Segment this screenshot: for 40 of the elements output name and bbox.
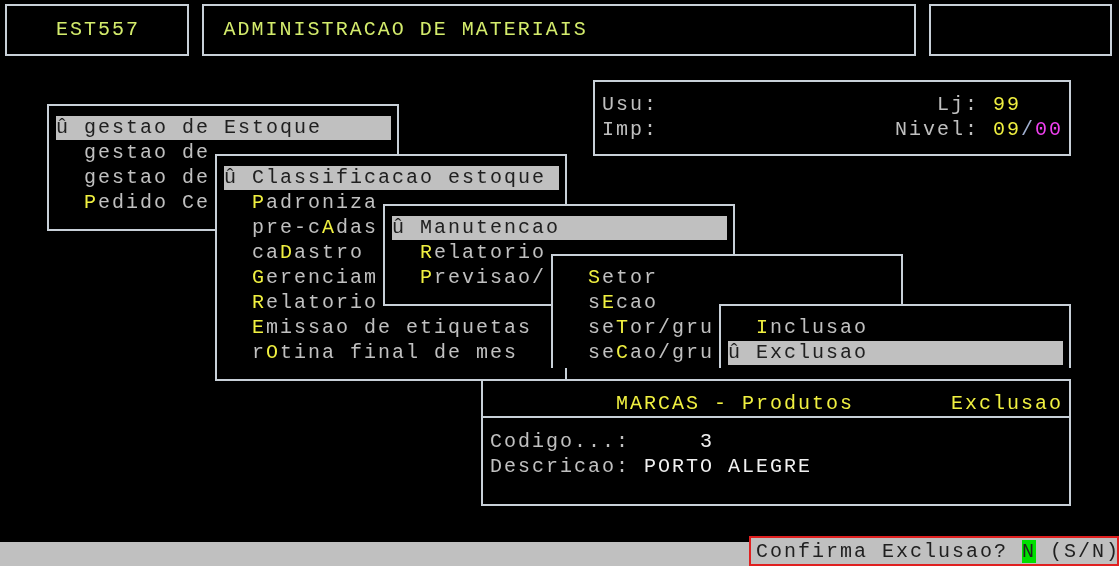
menu-item[interactable]: caDastro: [224, 241, 365, 265]
menu-item[interactable]: Gerenciam: [224, 266, 379, 290]
menu-item[interactable]: Pedido Ce: [56, 191, 211, 215]
menu-item[interactable]: gestao de: [56, 166, 211, 190]
menu-item[interactable]: Relatorio: [224, 291, 379, 315]
store-value: 99: [993, 92, 1021, 117]
level-label: Nivel:: [894, 117, 979, 142]
field-label: Descricao:: [490, 454, 632, 479]
menu-item[interactable]: I nclusao: [728, 316, 869, 340]
user-label: Usu:: [602, 92, 658, 117]
menu-item[interactable]: gestao de: [56, 141, 211, 165]
answer-field[interactable]: N: [1022, 539, 1037, 563]
program-code: EST557: [5, 4, 189, 56]
store-label: Lj:: [936, 92, 979, 117]
prompt-options: (S/N): [1050, 539, 1119, 563]
menu-item[interactable]: û gestao de Estoque: [56, 116, 391, 140]
form-mode: Exclusao: [951, 391, 1063, 416]
field-label: Codigo...:: [490, 429, 632, 454]
menu-item[interactable]: P revisao/: [392, 266, 547, 290]
sublevel-value: 00: [1035, 117, 1063, 142]
system-title: ADMINISTRACAO DE MATERIAIS: [201, 4, 916, 56]
field-value: 3: [699, 429, 714, 454]
menu-item[interactable]: seCao/gru: [560, 341, 715, 365]
menu-item[interactable]: rO tina final de mes: [224, 341, 519, 365]
menu-item[interactable]: seTor/gru: [560, 316, 715, 340]
menu-item[interactable]: sEcao: [560, 291, 659, 315]
field-value: PORTO ALEGRE: [644, 454, 813, 479]
menu-item[interactable]: pre-cAdas: [224, 216, 379, 240]
menu-item[interactable]: Setor: [560, 266, 659, 290]
menu-item[interactable]: Relatorio: [392, 241, 547, 265]
level-value: 09: [992, 117, 1021, 142]
prompt-question: Confirma Exclusao?: [756, 539, 1009, 563]
level-separator: /: [1020, 117, 1035, 142]
menu-item[interactable]: û Manutencao: [392, 216, 727, 240]
menu-item[interactable]: û Classificacao estoque: [224, 166, 559, 190]
menu-item[interactable]: Padroniza: [224, 191, 379, 215]
menu-item[interactable]: û Exclusao: [728, 341, 1063, 365]
menu-item[interactable]: Emissao de etiquetas: [224, 316, 533, 340]
form-title: MARCAS - Produtos: [616, 391, 855, 416]
printer-label: Imp:: [602, 117, 658, 142]
